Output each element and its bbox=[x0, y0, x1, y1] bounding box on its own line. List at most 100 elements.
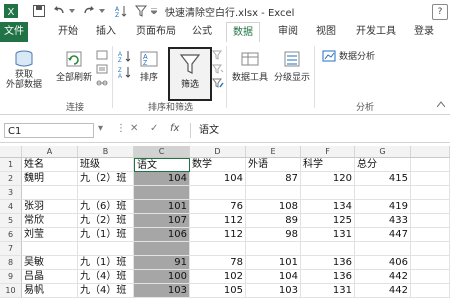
cancel-icon[interactable]: ✕ bbox=[130, 123, 138, 134]
sort-quick-icon[interactable]: AZ bbox=[114, 3, 128, 19]
sort-az-button[interactable]: AZ bbox=[118, 50, 132, 65]
column-header-h[interactable] bbox=[411, 146, 450, 158]
table-cell[interactable]: 89 bbox=[246, 214, 301, 228]
table-cell[interactable]: 九（2）班 bbox=[78, 172, 134, 186]
table-cell[interactable] bbox=[411, 242, 450, 256]
filter-quick-icon[interactable] bbox=[134, 3, 148, 19]
table-cell[interactable]: 447 bbox=[355, 228, 411, 242]
table-cell[interactable]: 415 bbox=[355, 172, 411, 186]
table-cell[interactable]: 九（1）班 bbox=[78, 256, 134, 270]
table-cell[interactable] bbox=[411, 186, 450, 200]
column-header-c[interactable]: C bbox=[134, 146, 190, 158]
table-cell[interactable] bbox=[411, 158, 450, 172]
table-cell[interactable]: 科学 bbox=[301, 158, 355, 172]
table-cell[interactable]: 112 bbox=[190, 214, 246, 228]
table-cell[interactable]: 姓名 bbox=[22, 158, 78, 172]
row-header[interactable]: 1 bbox=[0, 158, 22, 172]
table-cell[interactable]: 98 bbox=[246, 228, 301, 242]
table-cell[interactable] bbox=[78, 242, 134, 256]
table-cell[interactable] bbox=[411, 172, 450, 186]
tab-view[interactable]: 视图 bbox=[310, 22, 342, 42]
sort-button[interactable]: AZ 排序 bbox=[136, 50, 162, 83]
table-cell[interactable]: 112 bbox=[190, 228, 246, 242]
table-cell[interactable]: 九（1）班 bbox=[78, 228, 134, 242]
tab-page-layout[interactable]: 页面布局 bbox=[130, 22, 182, 42]
table-cell[interactable]: 131 bbox=[301, 228, 355, 242]
data-tools-button[interactable]: 数据工具 bbox=[230, 50, 270, 83]
table-cell[interactable]: 魏明 bbox=[22, 172, 78, 186]
table-cell[interactable] bbox=[190, 186, 246, 200]
table-cell[interactable]: 数学 bbox=[190, 158, 246, 172]
table-cell[interactable]: 104 bbox=[134, 172, 190, 186]
table-cell[interactable]: 108 bbox=[246, 200, 301, 214]
refresh-all-button[interactable]: 全部刷新 bbox=[52, 50, 96, 83]
tab-insert[interactable]: 插入 bbox=[90, 22, 122, 42]
tab-data[interactable]: 数据 bbox=[226, 22, 260, 43]
column-header-b[interactable]: B bbox=[78, 146, 134, 158]
table-cell[interactable] bbox=[411, 214, 450, 228]
name-box-dropdown-icon[interactable]: ▾ bbox=[98, 123, 103, 134]
formula-input[interactable]: 语文 bbox=[190, 123, 450, 138]
table-cell[interactable]: 102 bbox=[190, 270, 246, 284]
table-cell[interactable]: 103 bbox=[246, 284, 301, 298]
outline-button[interactable]: 分级显示 bbox=[272, 50, 312, 83]
row-header[interactable]: 7 bbox=[0, 242, 22, 256]
table-cell[interactable] bbox=[411, 256, 450, 270]
row-header[interactable]: 8 bbox=[0, 256, 22, 270]
table-cell[interactable]: 104 bbox=[246, 270, 301, 284]
table-cell[interactable]: 吴敏 bbox=[22, 256, 78, 270]
redo-icon[interactable] bbox=[82, 3, 96, 19]
table-cell[interactable]: 131 bbox=[301, 284, 355, 298]
table-cell[interactable]: 刘莹 bbox=[22, 228, 78, 242]
table-cell[interactable]: 105 bbox=[190, 284, 246, 298]
table-cell[interactable]: 78 bbox=[190, 256, 246, 270]
sort-za-button[interactable]: ZA bbox=[118, 66, 132, 81]
table-cell[interactable]: 107 bbox=[134, 214, 190, 228]
table-cell[interactable] bbox=[246, 186, 301, 200]
table-cell[interactable] bbox=[246, 242, 301, 256]
table-cell[interactable]: 班级 bbox=[78, 158, 134, 172]
column-header-d[interactable]: D bbox=[190, 146, 246, 158]
undo-dropdown-icon[interactable] bbox=[68, 3, 76, 19]
connections-icon[interactable] bbox=[96, 50, 108, 60]
save-icon[interactable] bbox=[32, 3, 46, 19]
data-analysis-button[interactable]: 数据分析 bbox=[322, 49, 406, 62]
table-cell[interactable]: 442 bbox=[355, 270, 411, 284]
column-header-f[interactable]: F bbox=[301, 146, 355, 158]
enter-icon[interactable]: ✓ bbox=[150, 123, 158, 134]
table-cell[interactable]: 九（6）班 bbox=[78, 200, 134, 214]
table-cell[interactable] bbox=[411, 270, 450, 284]
properties-icon[interactable] bbox=[96, 64, 108, 74]
table-cell[interactable]: 常欣 bbox=[22, 214, 78, 228]
row-header[interactable]: 3 bbox=[0, 186, 22, 200]
table-cell[interactable] bbox=[301, 242, 355, 256]
table-cell[interactable]: 406 bbox=[355, 256, 411, 270]
table-cell[interactable] bbox=[355, 186, 411, 200]
customize-qat-icon[interactable] bbox=[150, 3, 158, 19]
table-cell[interactable]: 136 bbox=[301, 270, 355, 284]
tab-review[interactable]: 审阅 bbox=[272, 22, 304, 42]
table-cell[interactable]: 总分 bbox=[355, 158, 411, 172]
table-cell[interactable]: 易帆 bbox=[22, 284, 78, 298]
table-cell[interactable] bbox=[78, 186, 134, 200]
collapse-ribbon-icon[interactable] bbox=[436, 100, 446, 110]
redo-dropdown-icon[interactable] bbox=[98, 3, 106, 19]
table-cell[interactable] bbox=[411, 284, 450, 298]
edit-links-icon[interactable] bbox=[96, 78, 108, 88]
tab-formulas[interactable]: 公式 bbox=[186, 22, 218, 42]
column-header-g[interactable]: G bbox=[355, 146, 411, 158]
table-cell[interactable]: 101 bbox=[246, 256, 301, 270]
filter-button[interactable]: 筛选 bbox=[168, 47, 212, 101]
tab-home[interactable]: 开始 bbox=[52, 22, 84, 42]
insert-function-button[interactable]: fx bbox=[170, 123, 179, 134]
table-cell[interactable]: 419 bbox=[355, 200, 411, 214]
undo-icon[interactable] bbox=[52, 3, 66, 19]
clear-filter-icon[interactable] bbox=[212, 50, 224, 60]
table-cell[interactable] bbox=[134, 186, 190, 200]
row-header[interactable]: 9 bbox=[0, 270, 22, 284]
row-header[interactable]: 10 bbox=[0, 284, 22, 298]
table-cell[interactable] bbox=[411, 228, 450, 242]
table-cell[interactable]: 125 bbox=[301, 214, 355, 228]
table-cell[interactable] bbox=[411, 200, 450, 214]
table-cell[interactable]: 433 bbox=[355, 214, 411, 228]
